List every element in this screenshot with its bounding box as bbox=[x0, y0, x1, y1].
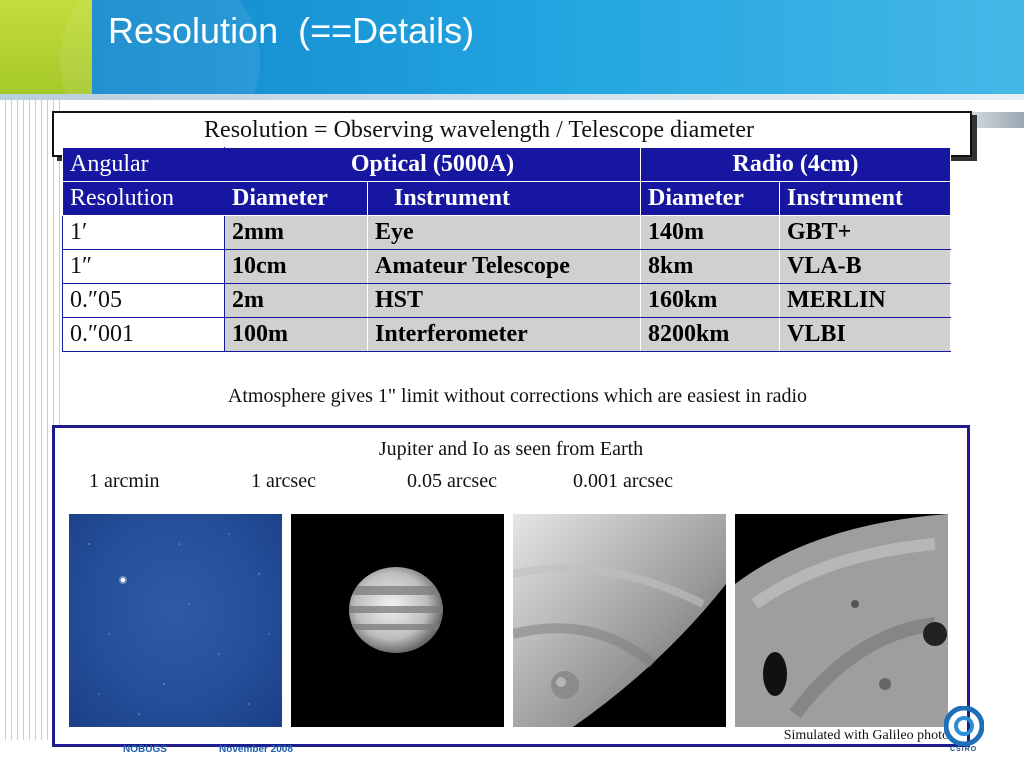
csiro-logo-icon bbox=[943, 705, 985, 747]
formula-text: Resolution = Observing wavelength / Tele… bbox=[204, 117, 754, 143]
resolution-table: Angular Optical (5000A) Radio (4cm) Reso… bbox=[62, 147, 951, 352]
simulated-note: Simulated with Galileo photo bbox=[781, 728, 951, 744]
cell-resolution: 1″ bbox=[62, 249, 225, 284]
cell-optical-diameter: 2m bbox=[224, 283, 368, 318]
cell-radio-instrument: GBT+ bbox=[779, 215, 951, 250]
scale-label-0-001-arcsec: 0.001 arcsec bbox=[573, 470, 673, 492]
footer-date: November 2008 bbox=[219, 744, 293, 755]
cell-resolution: 0.″001 bbox=[62, 317, 225, 352]
scale-label-1-arcmin: 1 arcmin bbox=[89, 470, 160, 492]
right-strip-decoration bbox=[964, 112, 1024, 128]
table-row: 0.″05 2m HST 160km MERLIN bbox=[62, 283, 951, 318]
cell-radio-diameter: 160km bbox=[640, 283, 780, 318]
header-radio-diameter: Diameter bbox=[640, 181, 780, 216]
cell-optical-diameter: 10cm bbox=[224, 249, 368, 284]
cell-optical-instrument: Amateur Telescope bbox=[367, 249, 641, 284]
cell-optical-instrument: HST bbox=[367, 283, 641, 318]
header-radio-instrument: Instrument bbox=[779, 181, 951, 216]
header-optical: Optical (5000A) bbox=[224, 147, 641, 182]
cell-optical-diameter: 100m bbox=[224, 317, 368, 352]
cell-radio-instrument: VLBI bbox=[779, 317, 951, 352]
photo-sky-1-arcmin bbox=[69, 514, 282, 727]
csiro-logo-text: CSIRO bbox=[950, 746, 978, 753]
cell-resolution: 1′ bbox=[62, 215, 225, 250]
header-optical-diameter: Diameter bbox=[224, 181, 368, 216]
photo-jupiter-io-0-05-arcsec bbox=[513, 514, 726, 727]
photo-jupiter-1-arcsec bbox=[291, 514, 504, 727]
slide-title: Resolution (==Details) bbox=[108, 10, 475, 51]
cell-radio-instrument: VLA-B bbox=[779, 249, 951, 284]
cell-radio-diameter: 8200km bbox=[640, 317, 780, 352]
table-header-row: Angular Optical (5000A) Radio (4cm) bbox=[62, 147, 951, 182]
table-row: 1″ 10cm Amateur Telescope 8km VLA-B bbox=[62, 249, 951, 284]
cell-radio-instrument: MERLIN bbox=[779, 283, 951, 318]
table-row: 0.″001 100m Interferometer 8200km VLBI bbox=[62, 317, 951, 352]
scale-label-0-05-arcsec: 0.05 arcsec bbox=[407, 470, 497, 492]
table-subheader-row: Resolution Diameter Instrument Diameter … bbox=[62, 181, 951, 216]
scale-label-1-arcsec: 1 arcsec bbox=[251, 470, 316, 492]
cell-resolution: 0.″05 bbox=[62, 283, 225, 318]
photo-io-surface-0-001-arcsec bbox=[735, 514, 948, 727]
atmosphere-note: Atmosphere gives 1" limit without correc… bbox=[227, 385, 808, 407]
header-rule bbox=[0, 94, 1024, 100]
panel-caption: Jupiter and Io as seen from Earth bbox=[378, 438, 644, 460]
side-line-decoration bbox=[0, 100, 60, 740]
cell-radio-diameter: 8km bbox=[640, 249, 780, 284]
header-resolution: Resolution bbox=[62, 181, 225, 216]
footer-event: NOBUGS bbox=[123, 744, 167, 755]
header-optical-instrument: Instrument bbox=[367, 181, 641, 216]
cell-radio-diameter: 140m bbox=[640, 215, 780, 250]
image-panel: Jupiter and Io as seen from Earth 1 arcm… bbox=[52, 425, 970, 747]
header-radio: Radio (4cm) bbox=[640, 147, 951, 182]
header-angular: Angular bbox=[62, 147, 225, 182]
cell-optical-instrument: Interferometer bbox=[367, 317, 641, 352]
table-row: 1′ 2mm Eye 140m GBT+ bbox=[62, 215, 951, 250]
cell-optical-diameter: 2mm bbox=[224, 215, 368, 250]
cell-optical-instrument: Eye bbox=[367, 215, 641, 250]
